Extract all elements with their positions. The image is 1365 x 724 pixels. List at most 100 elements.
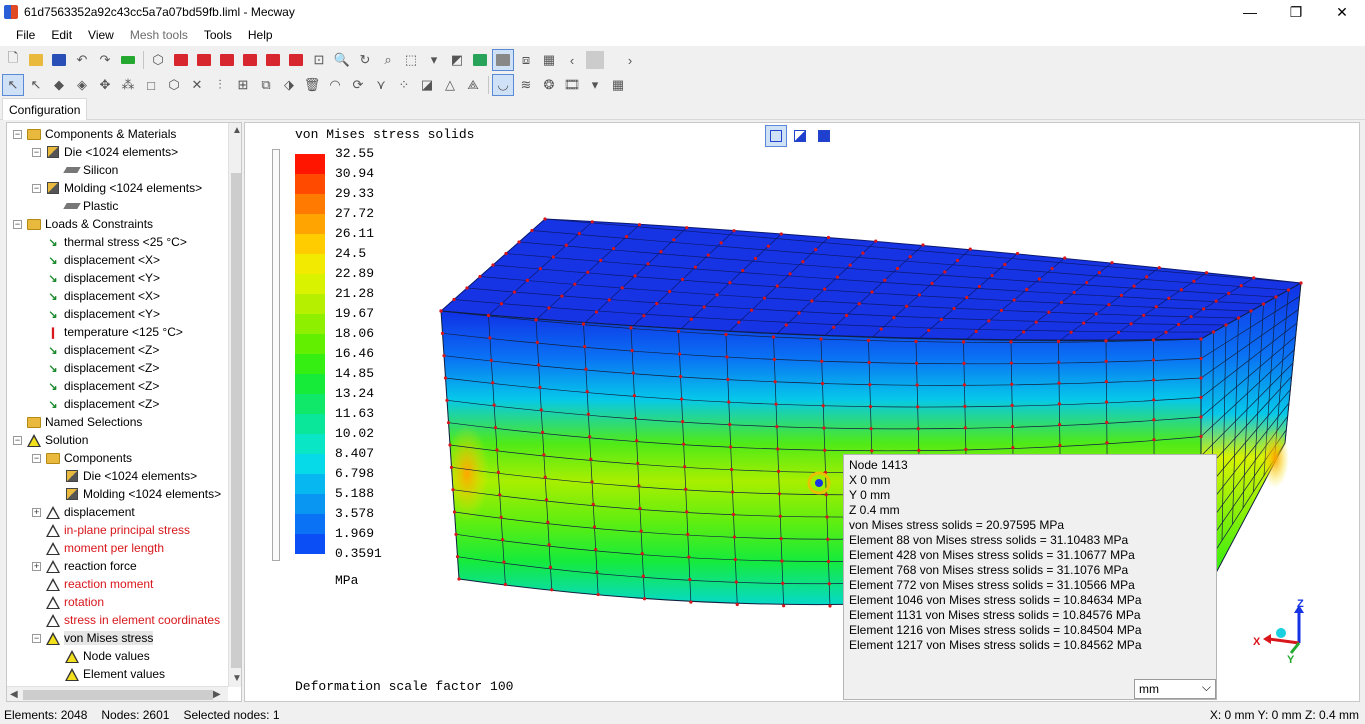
sweep-icon[interactable]: ⟳ bbox=[347, 74, 369, 96]
new-file-icon[interactable]: 🗋 bbox=[2, 49, 24, 71]
film-icon[interactable]: 🎞 bbox=[561, 74, 583, 96]
tree-item[interactable]: ↘ thermal stress <25 °C> bbox=[32, 233, 186, 251]
chevron-down-icon[interactable]: ▾ bbox=[584, 74, 606, 96]
tree-item[interactable]: in-plane principal stress bbox=[32, 521, 190, 539]
scatter-nodes-icon[interactable]: ⁘ bbox=[393, 74, 415, 96]
tree-item[interactable]: ↘ displacement <Y> bbox=[32, 269, 160, 287]
undo-icon[interactable]: ↶ bbox=[71, 49, 93, 71]
solve-icon[interactable] bbox=[117, 49, 139, 71]
scroll-left-icon[interactable]: ◀ bbox=[10, 689, 18, 700]
open-folder-icon[interactable] bbox=[25, 49, 47, 71]
tree-item[interactable]: + displacement bbox=[32, 503, 135, 521]
view-bottom-icon[interactable] bbox=[285, 49, 307, 71]
tree-item[interactable]: Molding <1024 elements> bbox=[51, 485, 221, 503]
tree-horizontal-scrollbar[interactable]: ◀ ▶ bbox=[7, 686, 228, 701]
view-back-icon[interactable] bbox=[193, 49, 215, 71]
minimize-button[interactable]: — bbox=[1227, 0, 1273, 24]
tree-item[interactable]: ↘ displacement <Z> bbox=[32, 377, 159, 395]
tree-vertical-scrollbar[interactable]: ▲ ▼ bbox=[228, 123, 241, 687]
transform-icon[interactable]: ⁂ bbox=[117, 74, 139, 96]
triangle-icon[interactable]: △ bbox=[439, 74, 461, 96]
split-icon[interactable]: ⋎ bbox=[370, 74, 392, 96]
tree-item[interactable]: − Molding <1024 elements> bbox=[32, 179, 202, 197]
collapse-icon[interactable]: − bbox=[32, 633, 41, 643]
tree-item[interactable]: ❙ temperature <125 °C> bbox=[32, 323, 182, 341]
find-icon[interactable]: ⌕ bbox=[377, 49, 399, 71]
shaded-view-icon[interactable] bbox=[492, 49, 514, 71]
merge-icon[interactable]: ⧉ bbox=[255, 74, 277, 96]
tree-item[interactable]: − Solution bbox=[13, 431, 88, 449]
slider-thumb[interactable] bbox=[584, 49, 606, 71]
scroll-down-icon[interactable]: ▼ bbox=[232, 673, 241, 684]
rotate-icon[interactable]: ↻ bbox=[354, 49, 376, 71]
view-right-icon[interactable] bbox=[239, 49, 261, 71]
table-icon[interactable]: ▦ bbox=[607, 74, 629, 96]
tree-item[interactable]: ↘ displacement <Z> bbox=[32, 395, 159, 413]
graphics-viewport[interactable]: von Mises stress solids 32.55 30.94 29.33 2… bbox=[244, 122, 1360, 702]
tree-item[interactable]: Plastic bbox=[51, 197, 118, 215]
tree-item[interactable]: moment per length bbox=[32, 539, 164, 557]
select-pointer-icon[interactable]: ↖ bbox=[2, 74, 24, 96]
tree-item[interactable]: ↘ displacement <Y> bbox=[32, 305, 160, 323]
scroll-up-icon[interactable]: ▲ bbox=[232, 125, 241, 136]
expand-icon[interactable]: + bbox=[32, 561, 41, 571]
save-icon[interactable] bbox=[48, 49, 70, 71]
trash-icon[interactable]: 🗑 bbox=[301, 74, 323, 96]
chevron-down-icon[interactable]: ▾ bbox=[423, 49, 445, 71]
chevron-left-icon[interactable]: ‹ bbox=[561, 49, 583, 71]
tetra-icon[interactable]: ⟁ bbox=[462, 74, 484, 96]
collapse-icon[interactable]: − bbox=[13, 129, 22, 139]
tree-item[interactable]: − Loads & Constraints bbox=[13, 215, 153, 233]
revolve-icon[interactable]: ◠ bbox=[324, 74, 346, 96]
tree-item[interactable]: Element values bbox=[51, 665, 165, 683]
menu-edit[interactable]: Edit bbox=[43, 28, 80, 42]
view-top-icon[interactable] bbox=[262, 49, 284, 71]
view-iso-icon[interactable]: ⬡ bbox=[147, 49, 169, 71]
surface-icon[interactable] bbox=[469, 49, 491, 71]
menu-help[interactable]: Help bbox=[240, 28, 281, 42]
clip-plane-icon[interactable]: ◩ bbox=[446, 49, 468, 71]
tree-item[interactable]: − Components bbox=[32, 449, 132, 467]
tree-item[interactable]: ↘ displacement <X> bbox=[32, 251, 160, 269]
delete-icon[interactable]: ✕ bbox=[186, 74, 208, 96]
tree-item[interactable]: − von Mises stress bbox=[32, 629, 154, 647]
tree-item[interactable]: − Components & Materials bbox=[13, 125, 176, 143]
select-node-icon[interactable]: ↖ bbox=[25, 74, 47, 96]
collapse-icon[interactable]: − bbox=[32, 183, 41, 193]
close-button[interactable]: ✕ bbox=[1319, 0, 1365, 24]
cube-element-icon[interactable]: ⬡ bbox=[163, 74, 185, 96]
tab-configuration[interactable]: Configuration bbox=[2, 98, 88, 120]
selection-mode-icon[interactable]: ⬚ bbox=[400, 49, 422, 71]
zoom-fit-icon[interactable]: ⊡ bbox=[308, 49, 330, 71]
convert-icon[interactable]: ◪ bbox=[416, 74, 438, 96]
tree-item[interactable]: Named Selections bbox=[13, 413, 142, 431]
tree-item[interactable]: stress in element coordinates bbox=[32, 611, 220, 629]
collapse-icon[interactable]: − bbox=[13, 219, 22, 229]
tree-item[interactable]: ↘ displacement <Z> bbox=[32, 359, 159, 377]
view-left-icon[interactable] bbox=[216, 49, 238, 71]
chevron-right-icon[interactable]: › bbox=[619, 49, 641, 71]
tree-item[interactable]: ↘ displacement <Z> bbox=[32, 341, 159, 359]
expand-icon[interactable]: + bbox=[32, 507, 41, 517]
collapse-icon[interactable]: − bbox=[13, 435, 22, 445]
mirror-icon[interactable]: ⫶ bbox=[209, 74, 231, 96]
refine-icon[interactable]: ⬗ bbox=[278, 74, 300, 96]
scroll-thumb[interactable] bbox=[231, 173, 241, 668]
tree-item[interactable]: − Die <1024 elements> bbox=[32, 143, 178, 161]
scroll-right-icon[interactable]: ▶ bbox=[213, 689, 221, 700]
maximize-button[interactable]: ❐ bbox=[1273, 0, 1319, 24]
tree-item[interactable]: + reaction force bbox=[32, 557, 137, 575]
animate-icon[interactable]: ❂ bbox=[538, 74, 560, 96]
extrude-icon[interactable]: ⊞ bbox=[232, 74, 254, 96]
view-front-icon[interactable] bbox=[170, 49, 192, 71]
tree-item[interactable]: Node values bbox=[51, 647, 150, 665]
collapse-icon[interactable]: − bbox=[32, 453, 41, 463]
menu-file[interactable]: File bbox=[8, 28, 43, 42]
tree-item[interactable]: Silicon bbox=[51, 161, 118, 179]
tree-item[interactable]: ↘ displacement <X> bbox=[32, 287, 160, 305]
redo-icon[interactable]: ↷ bbox=[94, 49, 116, 71]
select-element-icon[interactable]: ◆ bbox=[48, 74, 70, 96]
zoom-icon[interactable]: 🔍 bbox=[331, 49, 353, 71]
tree-item[interactable]: reaction moment bbox=[32, 575, 153, 593]
contour-icon[interactable]: ≋ bbox=[515, 74, 537, 96]
